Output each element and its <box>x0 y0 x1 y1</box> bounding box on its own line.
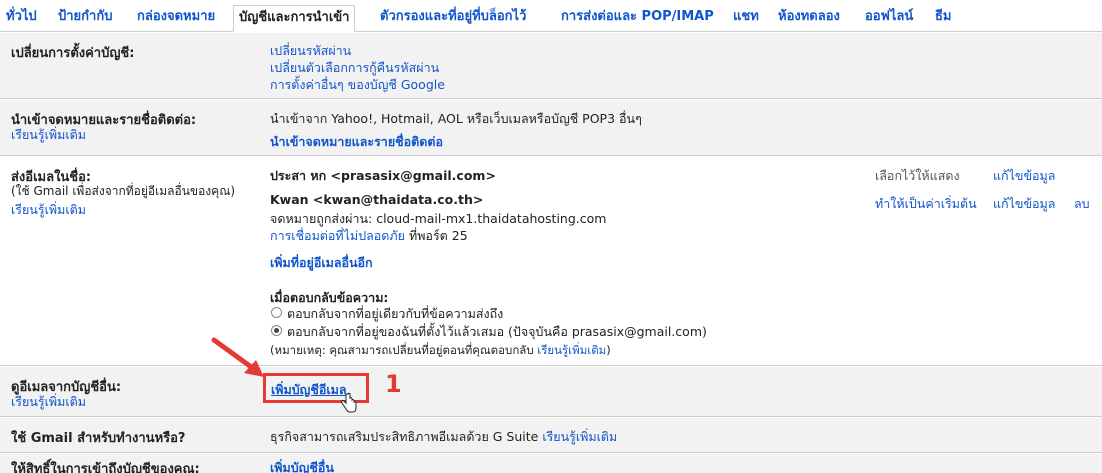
tab-labs[interactable]: ห้องทดลอง <box>778 6 840 32</box>
hand-cursor-icon <box>341 392 357 413</box>
gsuite-learn-more-link[interactable]: เรียนรู้เพิ่มเติม <box>542 429 617 444</box>
edit-info-link-2[interactable]: แก้ไขข้อมูล <box>993 194 1055 214</box>
add-another-account-link[interactable]: เพิ่มบัญชีอื่น <box>270 458 334 473</box>
tab-labels[interactable]: ป้ายกำกับ <box>58 6 112 32</box>
change-account-label: เปลี่ยนการตั้งค่าบัญชี: <box>11 46 135 61</box>
check-mail-section: ดูอีเมลจากบัญชีอื่น: เรียนรู้เพิ่มเติม เ… <box>0 367 1102 417</box>
import-section: นำเข้าจดหมายและรายชื่อติดต่อ: เรียนรู้เพ… <box>0 100 1102 156</box>
import-mail-contacts-link[interactable]: นำเข้าจดหมายและรายชื่อติดต่อ <box>270 132 443 152</box>
tab-themes[interactable]: ธีม <box>935 6 952 32</box>
import-description: นำเข้าจาก Yahoo!, Hotmail, AOL หรือเว็บเ… <box>270 111 642 126</box>
default-indicator: เลือกไว้ให้แสดง <box>875 168 960 183</box>
change-account-section: เปลี่ยนการตั้งค่าบัญชี: เปลี่ยนรหัสผ่าน … <box>0 33 1102 99</box>
reply-note-prefix: (หมายเหตุ: คุณสามารถเปลี่ยนที่อยู่ตอนที่… <box>270 343 538 357</box>
gsuite-section: ใช้ Gmail สำหรับทำงานหรือ? ธุรกิจสามารถเ… <box>0 418 1102 453</box>
reply-note-suffix: ) <box>606 343 611 357</box>
delete-link[interactable]: ลบ <box>1074 194 1090 214</box>
send-as-learn-more-link[interactable]: เรียนรู้เพิ่มเติม <box>11 200 86 220</box>
tab-accounts-import[interactable]: บัญชีและการนำเข้า <box>233 5 356 32</box>
make-default-link[interactable]: ทำให้เป็นค่าเริ่มต้น <box>875 194 977 214</box>
gsuite-text-wrap: ธุรกิจสามารถเสริมประสิทธิภาพอีเมลด้วย G … <box>270 427 617 447</box>
port-text: ที่พอร์ต 25 <box>404 228 468 243</box>
annotation-arrow-icon <box>211 337 264 377</box>
grant-access-label: ให้สิทธิ์ในการเข้าถึงบัญชีของคุณ: <box>11 462 200 473</box>
send-as-section: ส่งอีเมลในชื่อ: (ใช้ Gmail เพื่อส่งจากที… <box>0 157 1102 366</box>
add-another-address-link[interactable]: เพิ่มที่อยู่อีเมลอื่นอีก <box>270 253 373 273</box>
reply-note-learn-more-link[interactable]: เรียนรู้เพิ่มเติม <box>537 343 606 357</box>
reply-note: (หมายเหตุ: คุณสามารถเปลี่ยนที่อยู่ตอนที่… <box>270 342 611 360</box>
check-mail-learn-more-link[interactable]: เรียนรู้เพิ่มเติม <box>11 392 86 412</box>
send-as-account-1: ประสา หก <prasasix@gmail.com> <box>270 168 496 183</box>
send-as-account-2-connection: การเชื่อมต่อที่ไม่ปลอดภัย ที่พอร์ต 25 <box>270 226 468 246</box>
tab-offline[interactable]: ออฟไลน์ <box>865 6 913 32</box>
reply-default-address-radio[interactable] <box>271 325 282 336</box>
tab-inbox[interactable]: กล่องจดหมาย <box>137 6 215 32</box>
send-as-account-2: Kwan <kwan@thaidata.co.th> <box>270 192 484 207</box>
insecure-connection-link[interactable]: การเชื่อมต่อที่ไม่ปลอดภัย <box>270 228 405 243</box>
grant-access-section: ให้สิทธิ์ในการเข้าถึงบัญชีของคุณ: เพิ่มบ… <box>0 454 1102 473</box>
import-learn-more-link[interactable]: เรียนรู้เพิ่มเติม <box>11 125 86 145</box>
tab-forwarding[interactable]: การส่งต่อและ POP/IMAP <box>561 6 714 32</box>
reply-default-address-label: ตอบกลับจากที่อยู่ของฉันที่ตั้งไว้แล้วเสม… <box>287 324 707 339</box>
settings-tabs: ทั่วไป ป้ายกำกับ กล่องจดหมาย บัญชีและการ… <box>0 0 1102 32</box>
send-as-sub: (ใช้ Gmail เพื่อส่งจากที่อยู่อีเมลอื่นขอ… <box>11 184 236 198</box>
tab-general[interactable]: ทั่วไป <box>6 6 37 32</box>
tab-filters[interactable]: ตัวกรองและที่อยู่ที่บล็อกไว้ <box>380 6 526 32</box>
reply-same-address-radio[interactable] <box>271 307 282 318</box>
gsuite-label: ใช้ Gmail สำหรับทำงานหรือ? <box>11 431 186 446</box>
google-account-settings-link[interactable]: การตั้งค่าอื่นๆ ของบัญชี Google <box>270 75 445 95</box>
annotation-number: 1 <box>385 370 402 398</box>
edit-info-link-1[interactable]: แก้ไขข้อมูล <box>993 166 1055 186</box>
gsuite-text: ธุรกิจสามารถเสริมประสิทธิภาพอีเมลด้วย G … <box>270 429 543 444</box>
tab-chat[interactable]: แชท <box>733 6 759 32</box>
reply-same-address-label: ตอบกลับจากที่อยู่เดียวกับที่ข้อความส่งถึ… <box>287 306 504 321</box>
